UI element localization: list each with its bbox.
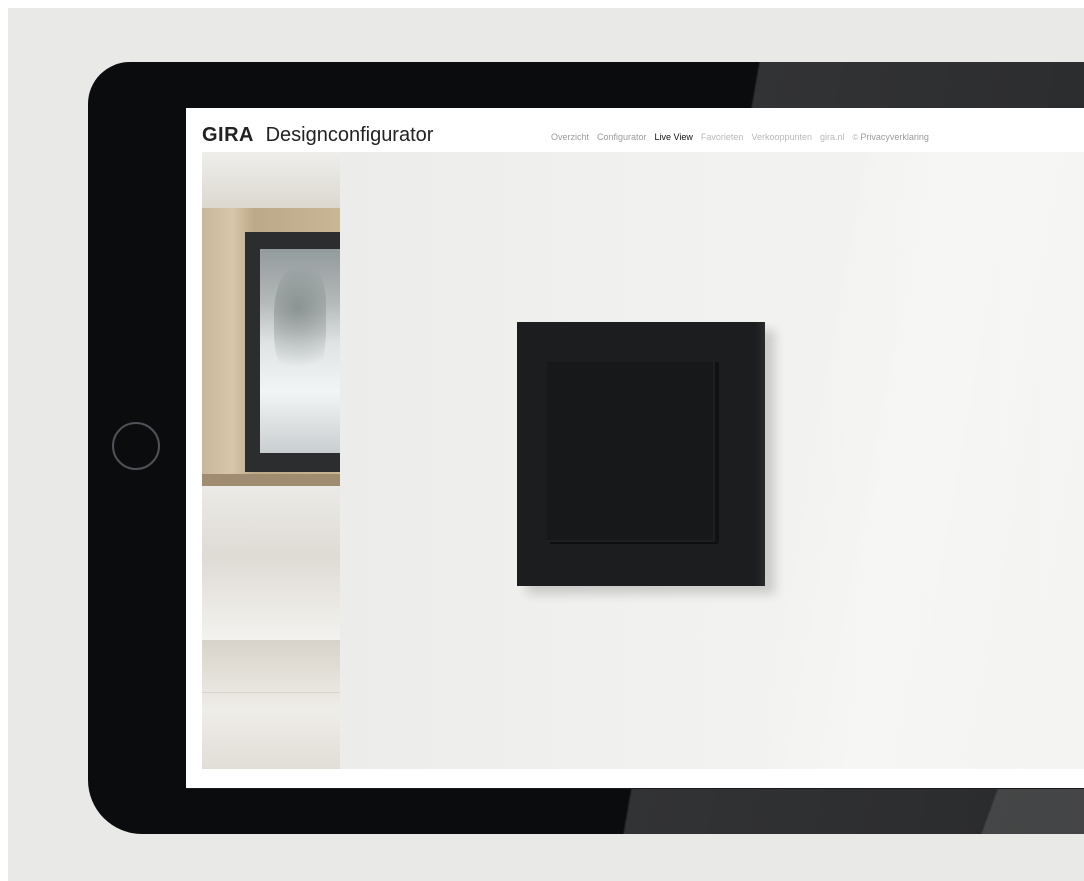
- floor-line: [202, 692, 340, 693]
- nav-item-verkooppunten[interactable]: Verkooppunten: [751, 133, 812, 142]
- switch-rocker-edge: [715, 362, 719, 542]
- nav-item-gira-nl[interactable]: gira.nl: [820, 133, 845, 142]
- screen-bottom-edge: [186, 788, 1084, 789]
- floor: [202, 640, 340, 769]
- bottom-sheen: [948, 788, 1084, 834]
- brand-label: GIRA: [202, 124, 254, 146]
- privacy-label: Privacyverklaring: [860, 132, 929, 142]
- copyright-icon: ©: [852, 132, 859, 142]
- nav-item-live-view[interactable]: Live View: [655, 133, 693, 142]
- bedding: [202, 486, 340, 640]
- nav-menu: Overzicht Configurator Live View Favorie…: [551, 133, 929, 142]
- room-photo: [202, 152, 340, 769]
- home-button-icon[interactable]: [112, 422, 160, 470]
- switch-rocker[interactable]: [547, 362, 719, 542]
- nav-item-overzicht[interactable]: Overzicht: [551, 133, 589, 142]
- window-sill: [202, 474, 340, 486]
- nav-item-privacy[interactable]: © Privacyverklaring: [853, 133, 929, 142]
- app-title: Designconfigurator: [265, 124, 434, 146]
- room-wall: [202, 152, 340, 208]
- switch-preview[interactable]: [517, 322, 765, 586]
- nav-item-configurator[interactable]: Configurator: [597, 133, 647, 142]
- window-tree: [274, 268, 326, 384]
- live-view-panel: [340, 152, 1084, 769]
- nav-item-favorieten[interactable]: Favorieten: [701, 133, 744, 142]
- app-logo[interactable]: GIRA Designconfigurator: [202, 125, 433, 145]
- top-navigation: GIRA Designconfigurator Overzicht Config…: [186, 108, 1084, 152]
- tablet-screen: GIRA Designconfigurator Overzicht Config…: [186, 108, 1084, 788]
